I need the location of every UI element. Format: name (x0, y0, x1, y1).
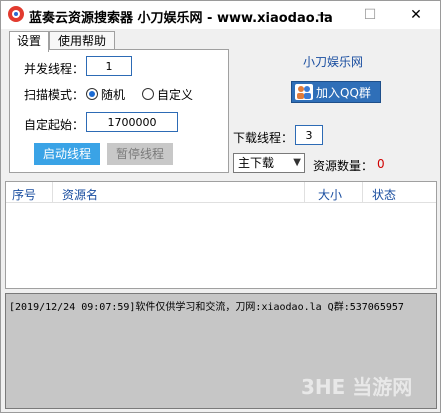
resource-count-value: 0 (377, 157, 385, 171)
column-header-name[interactable]: 资源名 (62, 186, 98, 203)
watermark: 3HE 当游网 (301, 375, 413, 399)
tab-settings[interactable]: 设置 (9, 31, 49, 52)
column-divider (52, 182, 53, 202)
radio-random-label: 随机 (101, 88, 126, 102)
close-button[interactable]: ✕ (393, 1, 439, 29)
qq-button-label: 加入QQ群 (316, 86, 371, 100)
join-qq-group-button[interactable]: 加入QQ群 (291, 81, 381, 103)
download-mode-value: 主下载 (238, 156, 275, 170)
download-threads-input[interactable]: 3 (295, 125, 323, 145)
column-header-size[interactable]: 大小 (318, 186, 342, 203)
window-title: 蓝奏云资源搜索器 小刀娱乐网 - www.xiaodao.la (29, 11, 333, 26)
table-header-divider (6, 202, 436, 203)
column-divider (304, 182, 305, 202)
column-header-status[interactable]: 状态 (372, 186, 396, 203)
start-input[interactable]: 1700000 (86, 112, 178, 132)
qq-users-icon (295, 84, 313, 100)
concurrency-input[interactable]: 1 (86, 56, 132, 76)
scan-mode-label: 扫描模式： (24, 88, 85, 102)
title-bar: 蓝奏云资源搜索器 小刀娱乐网 - www.xiaodao.la — ☐ ✕ (1, 1, 440, 29)
resource-table[interactable]: 序号 资源名 大小 状态 (5, 181, 437, 289)
log-line: [2019/12/24 09:07:59]软件仅供学习和交流，刀网:xiaoda… (9, 302, 404, 313)
radio-custom-label: 自定义 (157, 88, 194, 102)
chevron-down-icon: ▼ (293, 157, 301, 168)
concurrency-label: 并发线程： (24, 62, 85, 76)
download-threads-label: 下载线程： (233, 131, 294, 145)
maximize-button[interactable]: ☐ (347, 1, 393, 29)
column-divider (362, 182, 363, 202)
minimize-button[interactable]: — (301, 1, 347, 29)
start-label: 自定起始： (24, 118, 85, 132)
app-logo-icon (8, 6, 24, 22)
site-link[interactable]: 小刀娱乐网 (303, 53, 363, 70)
column-header-index[interactable]: 序号 (12, 186, 36, 203)
pause-threads-button[interactable]: 暂停线程 (107, 143, 173, 165)
settings-panel: 并发线程： 1 扫描模式： 随机 自定义 自定起始： 1700000 启动线程 … (9, 49, 229, 173)
download-mode-select[interactable]: 主下载 ▼ (233, 153, 305, 173)
radio-random[interactable] (86, 88, 98, 100)
radio-custom[interactable] (142, 88, 154, 100)
start-threads-button[interactable]: 启动线程 (34, 143, 100, 165)
app-window: 蓝奏云资源搜索器 小刀娱乐网 - www.xiaodao.la — ☐ ✕ 设置… (0, 0, 441, 413)
resource-count-label: 资源数量： (313, 159, 374, 173)
tab-help[interactable]: 使用帮助 (49, 31, 115, 50)
